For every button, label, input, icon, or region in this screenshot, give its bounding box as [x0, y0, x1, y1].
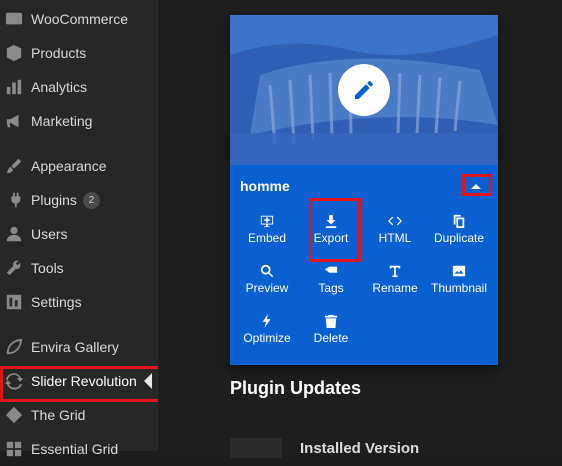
- sidebar-item-label: The Grid: [31, 407, 86, 423]
- bolt-icon: [262, 314, 271, 328]
- sidebar-item-the-grid[interactable]: The Grid: [0, 398, 158, 432]
- sidebar-item-analytics[interactable]: Analytics: [0, 70, 158, 104]
- delete-action[interactable]: Delete: [299, 310, 363, 356]
- sidebar-item-label: Users: [31, 226, 68, 242]
- sidebar-item-label: Envira Gallery: [31, 339, 119, 355]
- sidebar-item-label: Appearance: [31, 158, 107, 174]
- user-icon: [4, 224, 24, 244]
- action-label: Preview: [245, 281, 289, 295]
- collapse-actions-button[interactable]: [464, 177, 488, 195]
- tag-icon: [324, 266, 338, 273]
- update-count-badge: 2: [82, 191, 100, 209]
- optimize-action[interactable]: Optimize: [235, 310, 299, 356]
- sidebar-item-plugins[interactable]: Plugins 2: [0, 183, 158, 217]
- action-label: Duplicate: [433, 231, 485, 245]
- sidebar-item-settings[interactable]: Settings: [0, 285, 158, 319]
- sidebar-item-users[interactable]: Users: [0, 217, 158, 251]
- sidebar-item-essential-grid[interactable]: Essential Grid: [0, 432, 158, 466]
- action-label: Export: [313, 231, 349, 245]
- action-label: Thumbnail: [430, 281, 488, 295]
- pencil-icon: [355, 80, 373, 99]
- sidebar-item-products[interactable]: Products: [0, 36, 158, 70]
- text-icon: [389, 265, 401, 278]
- sidebar-item-label: Slider Revolution: [31, 373, 137, 389]
- html-action[interactable]: HTML: [363, 210, 427, 256]
- duplicate-action[interactable]: Duplicate: [427, 210, 491, 256]
- action-label: Tags: [318, 281, 344, 295]
- action-label: Rename: [372, 281, 418, 295]
- export-action[interactable]: Export: [299, 210, 363, 256]
- action-label: Embed: [247, 231, 287, 245]
- action-label: Delete: [313, 331, 349, 345]
- preview-action[interactable]: Preview: [235, 260, 299, 306]
- caret-up-icon: [471, 183, 481, 189]
- leaf-icon: [4, 337, 24, 357]
- copy-icon: [453, 214, 465, 228]
- tags-action[interactable]: Tags: [299, 260, 363, 306]
- edit-slider-button[interactable]: [338, 64, 390, 116]
- grid-icon: [4, 439, 24, 459]
- table-placeholder: [230, 438, 282, 458]
- sidebar-item-label: Analytics: [31, 79, 88, 95]
- admin-sidebar: WooCommerce Products Analytics Marketing…: [0, 0, 158, 457]
- slider-thumbnail[interactable]: [230, 15, 498, 165]
- action-label: HTML: [378, 231, 412, 245]
- wrench-icon: [4, 258, 24, 278]
- megaphone-icon: [4, 111, 24, 131]
- rename-action[interactable]: Rename: [363, 260, 427, 306]
- search-icon: [260, 264, 274, 278]
- sidebar-item-label: Products: [31, 45, 87, 61]
- trash-icon: [324, 314, 338, 328]
- sidebar-item-label: Settings: [31, 294, 82, 310]
- sidebar-item-label: Marketing: [31, 113, 93, 129]
- refresh-icon: [4, 371, 24, 391]
- sidebar-item-label: Plugins: [31, 192, 77, 208]
- plugin-icon: [4, 190, 24, 210]
- sidebar-item-label: Essential Grid: [31, 441, 119, 457]
- current-page-arrow: [144, 373, 152, 389]
- analytics-icon: [4, 77, 24, 97]
- slider-title: homme: [240, 178, 290, 194]
- sidebar-item-appearance[interactable]: Appearance: [0, 149, 158, 183]
- embed-action[interactable]: Embed: [235, 210, 299, 256]
- thumbnail-action[interactable]: Thumbnail: [427, 260, 491, 306]
- settings-icon: [4, 292, 24, 312]
- section-title: Plugin Updates: [230, 378, 362, 398]
- column-header-installed-version: Installed Version: [300, 440, 420, 457]
- sidebar-item-envira-gallery[interactable]: Envira Gallery: [0, 330, 158, 364]
- sidebar-item-woocommerce[interactable]: WooCommerce: [0, 2, 158, 36]
- sidebar-item-label: WooCommerce: [31, 11, 128, 27]
- action-label: Optimize: [243, 331, 291, 345]
- embed-icon: [260, 215, 274, 228]
- download-icon: [325, 214, 337, 228]
- sidebar-item-tools[interactable]: Tools: [0, 251, 158, 285]
- sidebar-item-label: Tools: [31, 260, 64, 276]
- sidebar-item-slider-revolution[interactable]: Slider Revolution: [0, 364, 158, 398]
- woo-icon: [4, 9, 24, 29]
- image-icon: [452, 265, 466, 277]
- grid-diamond-icon: [4, 405, 24, 425]
- brush-icon: [4, 156, 24, 176]
- sidebar-item-marketing[interactable]: Marketing: [0, 104, 158, 138]
- products-icon: [4, 43, 24, 63]
- slider-card: homme Embed Export HTML Duplicate Previe…: [230, 15, 498, 365]
- code-icon: [388, 216, 402, 226]
